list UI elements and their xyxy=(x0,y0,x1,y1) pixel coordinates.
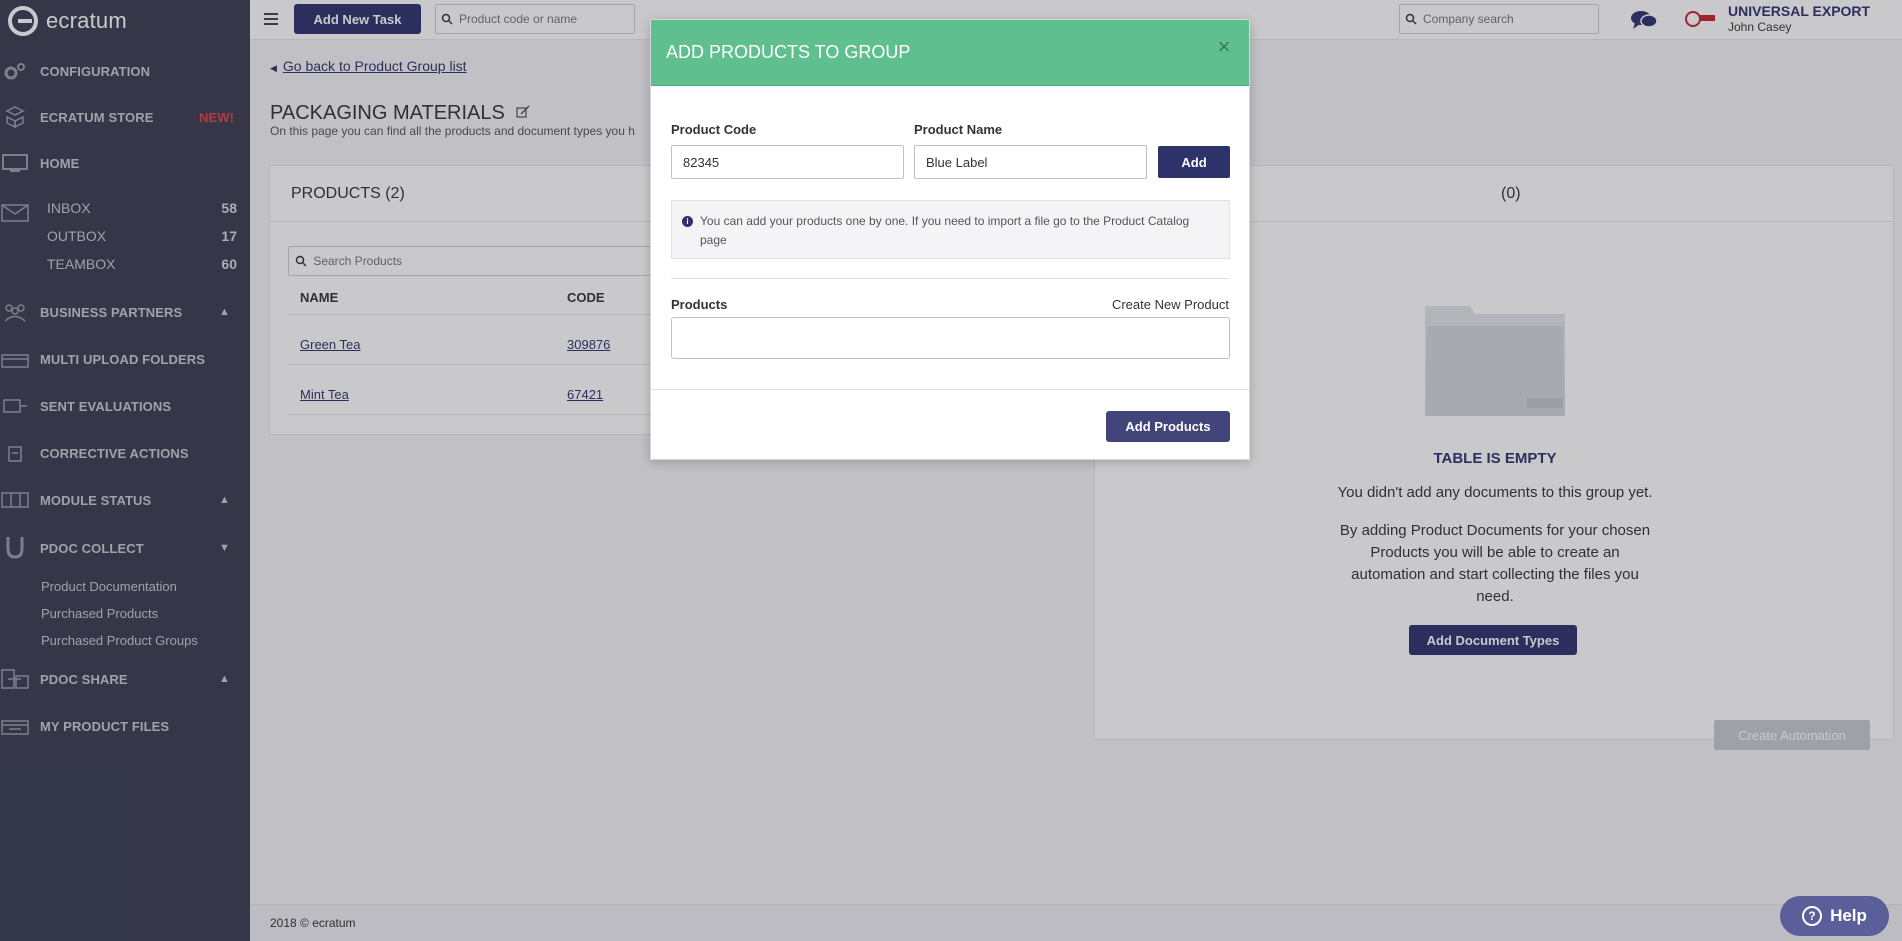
product-name-field[interactable] xyxy=(914,145,1147,179)
help-label: Help xyxy=(1830,906,1867,925)
help-button[interactable]: ? Help xyxy=(1780,896,1889,936)
divider xyxy=(651,389,1249,390)
divider xyxy=(671,278,1230,279)
add-products-button[interactable]: Add Products xyxy=(1106,411,1230,442)
products-label: Products xyxy=(671,297,728,312)
product-code-label: Product Code xyxy=(671,122,757,137)
add-products-modal: ADD PRODUCTS TO GROUP × Product Code Pro… xyxy=(650,19,1250,460)
info-box: i You can add your products one by one. … xyxy=(671,200,1230,259)
info-icon: i xyxy=(682,216,693,227)
create-new-product-link[interactable]: Create New Product xyxy=(1112,297,1229,312)
product-code-field[interactable] xyxy=(671,145,904,179)
products-input[interactable] xyxy=(671,317,1230,359)
close-icon[interactable]: × xyxy=(1213,36,1235,58)
add-button[interactable]: Add xyxy=(1158,146,1230,178)
modal-title: ADD PRODUCTS TO GROUP xyxy=(666,42,911,62)
question-icon: ? xyxy=(1802,906,1823,926)
product-name-label: Product Name xyxy=(914,122,1003,137)
info-text: You can add your products one by one. If… xyxy=(700,214,1190,247)
modal-header: ADD PRODUCTS TO GROUP xyxy=(651,20,1249,86)
